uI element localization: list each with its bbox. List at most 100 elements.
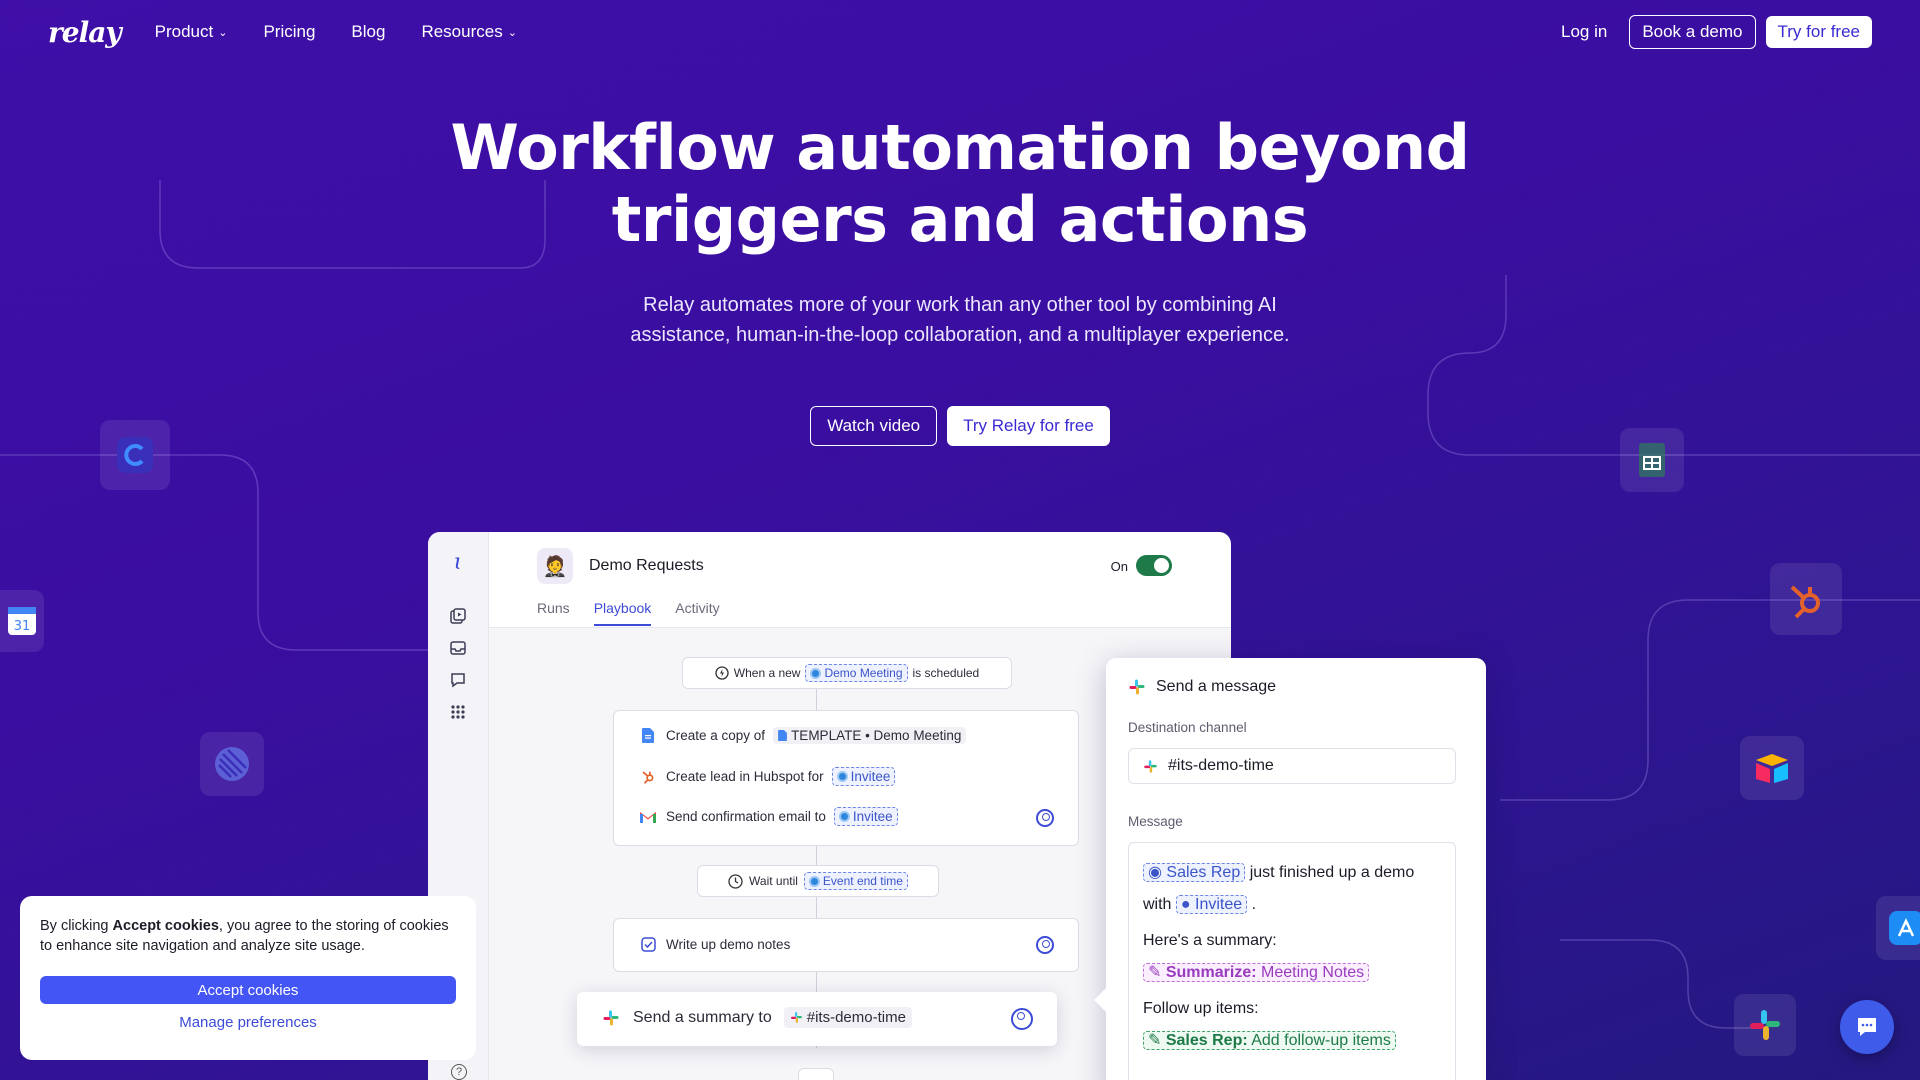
runs-icon[interactable] [448,606,468,626]
trigger-prefix: When a new [733,666,801,680]
demo-meeting-chip: Demo Meeting [805,664,908,682]
hubspot-icon [1770,563,1842,635]
top-navigation: relay Product ⌄ Pricing Blog Resources ⌄ L… [0,0,1920,64]
message-editor[interactable]: ◉ Sales Rep just finished up a demo with… [1128,842,1456,1080]
google-sheets-icon [1620,428,1684,492]
task-card[interactable]: Write up demo notes [613,918,1079,972]
try-for-free-button[interactable]: Try for free [1765,16,1872,48]
invitee-chip-label: Invitee [850,769,891,784]
calendly-icon [100,420,170,490]
step-send-summary: Send a summary to #its-demo-time [601,1007,912,1028]
workflow-tabs: Runs Playbook Activity [537,600,720,626]
trigger-suffix: is scheduled [912,666,980,680]
message-line-1: ◉ Sales Rep just finished up a demo [1143,857,1441,889]
apps-grid-icon[interactable] [448,702,468,722]
invitee-chip: Invitee [833,807,898,826]
inbox-icon[interactable] [448,638,468,658]
actions-group-card: Create a copy of TEMPLATE • Demo Meeting… [613,710,1079,846]
step-create-copy[interactable]: Create a copy of TEMPLATE • Demo Meeting [638,727,967,744]
help-icon[interactable]: ? [451,1064,467,1080]
template-chip: TEMPLATE • Demo Meeting [773,727,967,744]
tab-activity[interactable]: Activity [675,600,719,626]
google-docs-icon [638,728,658,743]
cookie-banner: By clicking Accept cookies, you agree to… [20,896,476,1060]
send-message-title: Send a message [1156,678,1277,695]
svg-text:31: 31 [14,619,31,634]
login-link[interactable]: Log in [1561,22,1607,42]
hero-subtitle-line-1: Relay automates more of your work than a… [643,294,1277,316]
step-send-confirmation-text: Send confirmation email to [666,809,826,824]
book-demo-button[interactable]: Book a demo [1629,15,1756,49]
relay-mark-icon[interactable]: ɩ [448,550,468,575]
relay-logo[interactable]: relay [48,16,122,49]
watch-video-button[interactable]: Watch video [810,406,938,446]
invitee-chip-label: Invitee [852,809,893,824]
hero-title-line-2: triggers and actions [611,183,1309,256]
chevron-down-icon: ⌄ [507,26,517,39]
clock-icon [728,873,743,889]
step-create-lead[interactable]: Create lead in Hubspot for Invitee [638,767,896,786]
assignee-user-icon[interactable] [1011,1008,1033,1030]
cookie-text: By clicking Accept cookies, you agree to… [40,916,456,956]
step-write-notes-text: Write up demo notes [666,937,791,952]
channel-chip-label: #its-demo-time [806,1009,906,1026]
chevron-down-icon: ⌄ [218,26,228,39]
nav-resources[interactable]: Resources ⌄ [421,22,516,42]
nav-blog-label: Blog [351,22,386,41]
linear-icon [200,732,264,796]
nav-pricing-label: Pricing [263,22,316,41]
demo-meeting-chip-label: Demo Meeting [824,666,903,680]
nav-pricing[interactable]: Pricing [263,22,315,42]
summarize-tag: ✎ Summarize: Meeting Notes [1143,963,1370,982]
lightning-icon [715,666,729,680]
destination-channel-field[interactable]: #its-demo-time [1128,748,1456,784]
nav-product-label: Product [154,22,214,41]
workflow-on-toggle[interactable] [1136,555,1172,576]
send-summary-card[interactable]: Send a summary to #its-demo-time [577,992,1057,1046]
trigger-step[interactable]: When a new Demo Meeting is scheduled [682,657,1012,689]
slack-icon [1144,759,1157,773]
summarize-line: ✎ Summarize: Meeting Notes [1143,957,1441,989]
assignee-user-icon[interactable] [1036,809,1054,827]
message-with-text: with [1143,896,1172,913]
nav-product[interactable]: Product ⌄ [155,22,228,42]
manage-preferences-link[interactable]: Manage preferences [40,1014,456,1031]
message-label: Message [1128,814,1183,829]
followup-tag-value: Add follow-up items [1251,1032,1391,1049]
followup-line: ✎ Sales Rep: Add follow-up items [1143,1025,1441,1057]
wait-step[interactable]: Wait until Event end time [697,865,939,897]
invitee-tag-label: Invitee [1195,896,1243,913]
step-create-copy-text: Create a copy of [666,728,766,743]
tab-playbook[interactable]: Playbook [593,600,652,626]
workflow-status-label: On [1110,559,1128,574]
message-period: . [1251,896,1257,913]
message-line-2: with ● Invitee . [1143,889,1441,921]
cookie-text-prefix: By clicking [40,918,113,934]
event-end-time-chip: Event end time [803,872,908,890]
hubspot-icon [638,769,658,784]
hero-title-line-1: Workflow automation beyond [450,111,1470,184]
tab-runs[interactable]: Runs [537,600,570,626]
cookie-text-bold: Accept cookies [112,918,219,934]
send-message-panel: Send a message Destination channel #its-… [1094,658,1486,1080]
template-chip-label: TEMPLATE • Demo Meeting [791,728,962,743]
chat-icon [1858,1018,1876,1036]
followup-tag-label: Sales Rep: [1165,1032,1248,1049]
step-send-confirmation[interactable]: Send confirmation email to Invitee [638,807,898,826]
hero-subtitle: Relay automates more of your work than a… [560,290,1360,350]
chat-bubble-icon[interactable] [448,670,468,690]
chat-widget-button[interactable] [1840,1000,1894,1054]
magic-wand-icon: ✎ [1148,964,1162,981]
sales-rep-tag: ◉ Sales Rep [1143,863,1246,882]
followup-tag: ✎ Sales Rep: Add follow-up items [1143,1031,1396,1050]
invitee-tag: ● Invitee [1175,895,1248,914]
nav-blog[interactable]: Blog [351,22,385,42]
step-create-lead-text: Create lead in Hubspot for [666,769,824,784]
summarize-tag-label: Summarize: [1165,964,1257,981]
accept-cookies-button[interactable]: Accept cookies [40,976,456,1004]
hero-subtitle-line-2: assistance, human-in-the-loop collaborat… [630,324,1290,346]
add-step-button[interactable]: + [798,1068,834,1080]
assignee-user-icon[interactable] [1036,936,1054,954]
step-write-notes: Write up demo notes [638,937,790,952]
try-relay-free-button[interactable]: Try Relay for free [947,406,1110,446]
